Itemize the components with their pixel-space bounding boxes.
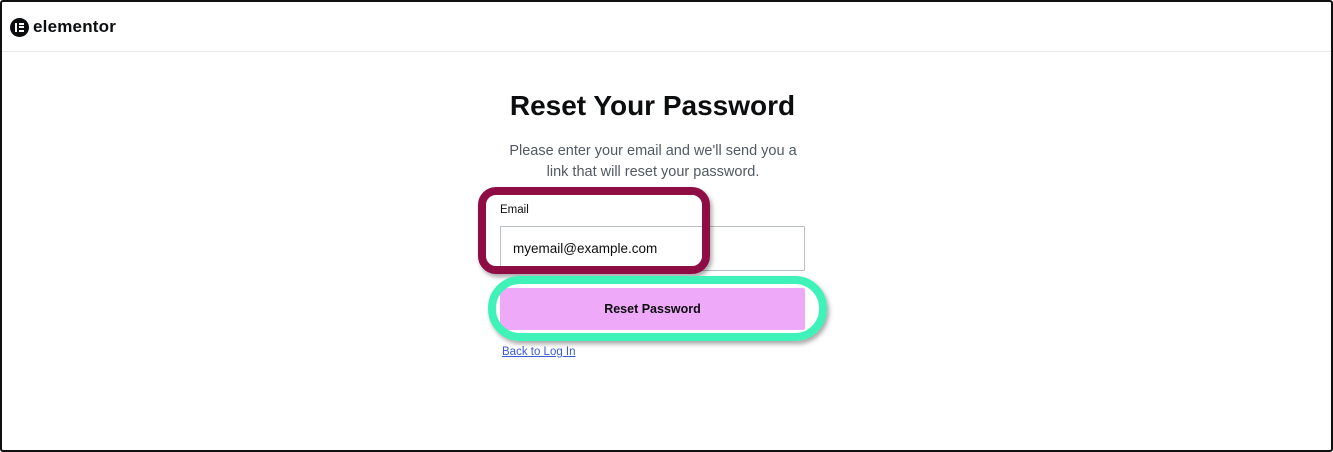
- logo-text: elementor: [33, 17, 117, 36]
- elementor-logo-icon: [10, 17, 29, 37]
- elementor-logo[interactable]: elementor: [10, 17, 116, 37]
- top-header: elementor: [2, 2, 1331, 52]
- app-frame: elementor Reset Your Password Please ent…: [0, 0, 1333, 452]
- reset-password-button[interactable]: Reset Password: [500, 288, 805, 330]
- back-to-login-link[interactable]: Back to Log In: [502, 346, 576, 358]
- page-subtitle: Please enter your email and we'll send y…: [509, 143, 797, 180]
- page-title: Reset Your Password: [509, 90, 796, 121]
- email-label: Email: [500, 204, 529, 216]
- email-field[interactable]: [500, 226, 805, 271]
